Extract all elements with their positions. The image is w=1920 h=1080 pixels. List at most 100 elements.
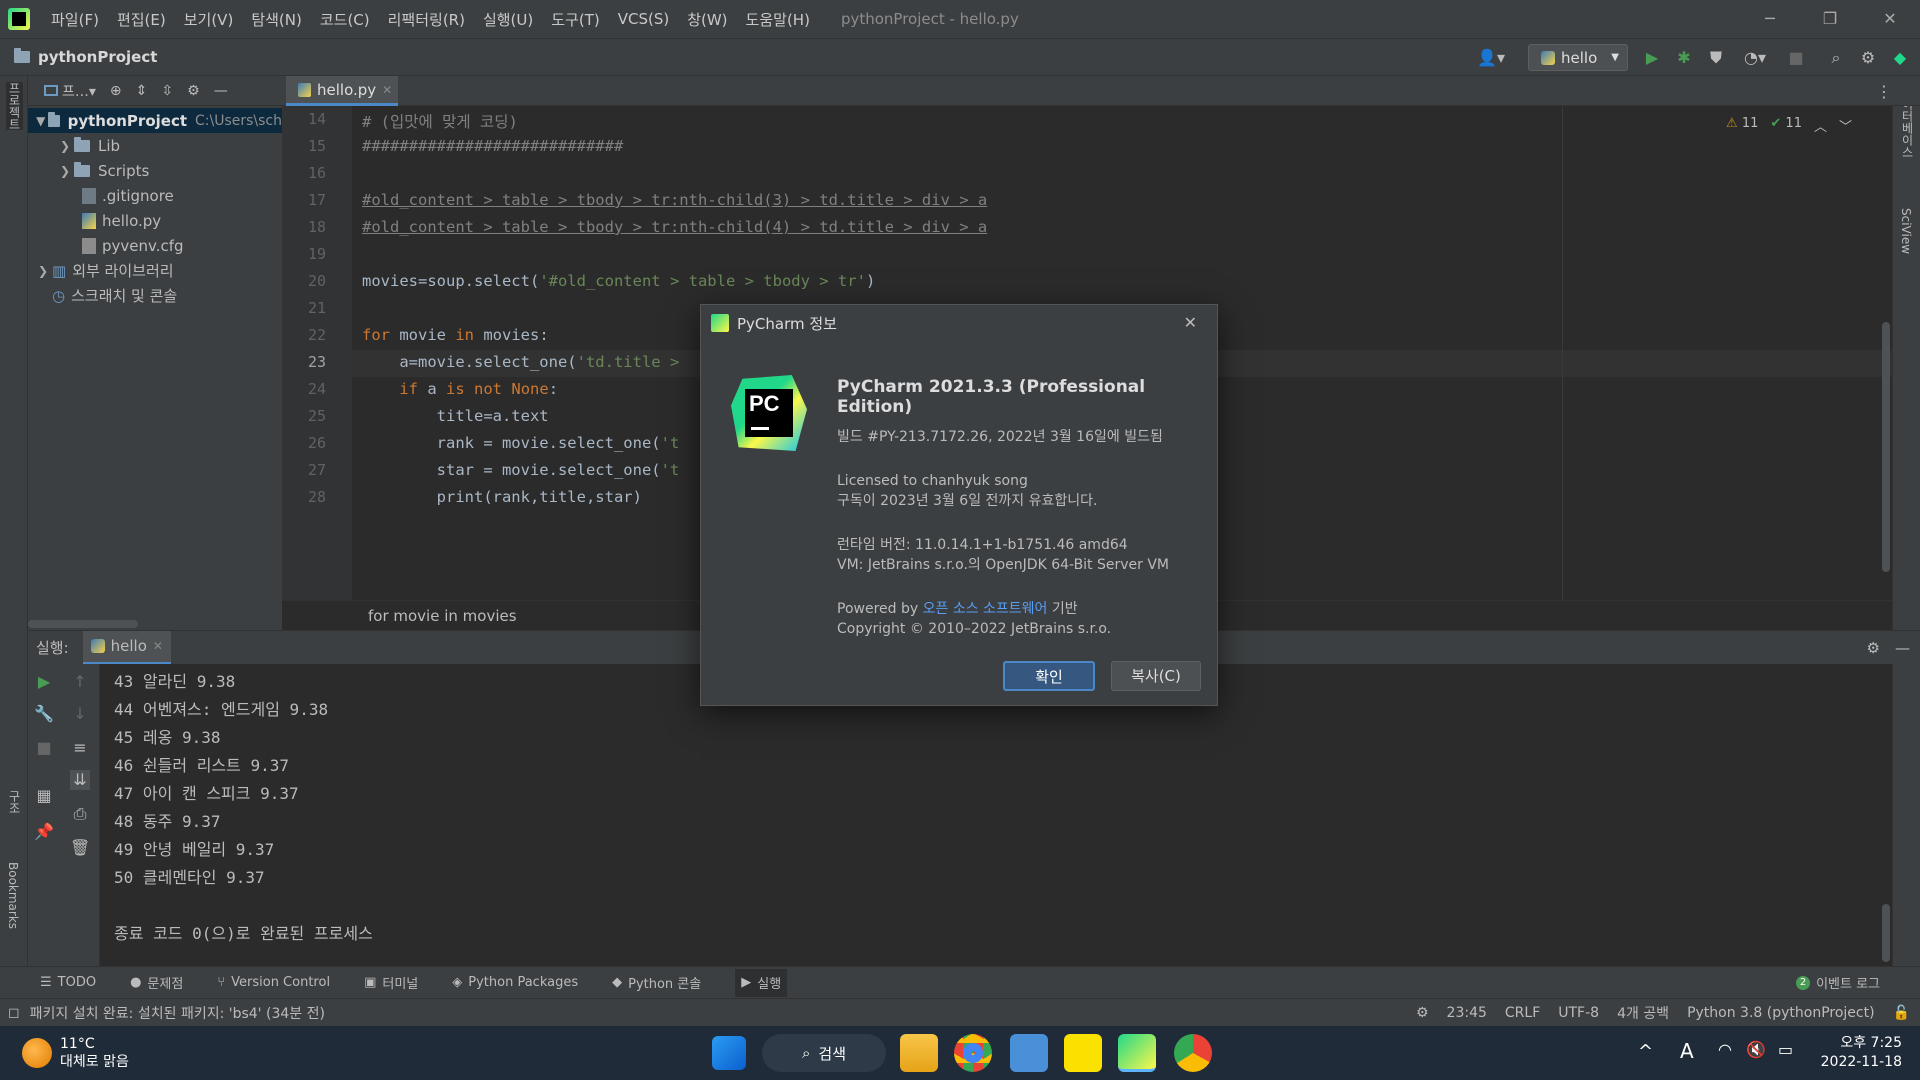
tree-item-lib[interactable]: ❯ Lib: [28, 133, 282, 158]
scroll-to-end-icon[interactable]: ⇊: [70, 770, 90, 790]
clock[interactable]: 오후 7:25 2022-11-18: [1821, 1034, 1902, 1072]
battery-icon[interactable]: ▭: [1778, 1040, 1793, 1059]
stop-icon[interactable]: ■: [34, 738, 54, 758]
sync-icon[interactable]: ⚙: [1416, 1005, 1429, 1021]
taskbar-search[interactable]: ⌕ 검색: [762, 1034, 886, 1072]
gear-icon[interactable]: ⚙: [1858, 48, 1878, 68]
app-g-icon[interactable]: [1010, 1034, 1048, 1072]
terminal-button[interactable]: ▣ 터미널: [364, 973, 418, 992]
jetbrains-icon[interactable]: ◆: [1890, 48, 1910, 68]
structure-tool-button[interactable]: 구조: [6, 790, 23, 814]
python-interpreter[interactable]: Python 3.8 (pythonProject): [1687, 1005, 1875, 1021]
windows-start-icon[interactable]: [712, 1036, 746, 1070]
expand-all-icon[interactable]: ⇕: [136, 83, 148, 99]
tree-item-gitignore[interactable]: .gitignore: [28, 183, 282, 208]
close-tab-icon[interactable]: ✕: [153, 639, 163, 653]
menu-view[interactable]: 보기(V): [184, 9, 234, 30]
panel-toggle-icon[interactable]: ◻: [8, 1005, 20, 1021]
file-encoding[interactable]: UTF-8: [1558, 1005, 1599, 1021]
chrome-icon[interactable]: [954, 1034, 992, 1072]
wifi-icon[interactable]: ◠: [1718, 1040, 1732, 1059]
gear-icon[interactable]: ⚙: [187, 83, 200, 99]
menu-navigate[interactable]: 탐색(N): [251, 9, 302, 30]
menu-edit[interactable]: 편집(E): [117, 9, 166, 30]
chevron-up-icon[interactable]: ︿: [1814, 116, 1827, 135]
status-message[interactable]: 패키지 설치 완료: 설치된 패키지: 'bs4' (34분 전): [30, 1003, 325, 1023]
more-icon[interactable]: ⋮: [1876, 82, 1892, 101]
project-view-dropdown[interactable]: 프…▾: [44, 81, 96, 101]
project-tool-button[interactable]: 프로젝트: [6, 82, 23, 130]
caret-position[interactable]: 23:45: [1447, 1005, 1487, 1021]
gear-icon[interactable]: ⚙: [1867, 639, 1880, 657]
wrench-icon[interactable]: 🔧: [34, 704, 54, 724]
chrome-icon[interactable]: [1174, 1034, 1212, 1072]
python-packages-button[interactable]: ◈ Python Packages: [452, 975, 578, 990]
menu-tools[interactable]: 도구(T): [551, 9, 599, 30]
tree-item-scripts[interactable]: ❯ Scripts: [28, 158, 282, 183]
collapse-all-icon[interactable]: ⇳: [161, 83, 173, 99]
rerun-icon[interactable]: ▶: [34, 672, 54, 692]
file-explorer-icon[interactable]: [900, 1034, 938, 1072]
ime-indicator[interactable]: A: [1680, 1039, 1694, 1063]
pin-icon[interactable]: 📌: [34, 822, 54, 842]
run-tool-button[interactable]: ▶ 실행: [735, 968, 788, 997]
menu-code[interactable]: 코드(C): [320, 9, 370, 30]
layout-icon[interactable]: ▦: [34, 786, 54, 806]
minimize-icon[interactable]: ─: [1740, 0, 1800, 38]
open-source-link[interactable]: 오픈 소스 소프트웨어: [923, 601, 1048, 617]
chevron-down-icon[interactable]: ﹀: [1839, 116, 1852, 135]
ok-button[interactable]: 확인: [1003, 661, 1095, 691]
hide-icon[interactable]: —: [214, 83, 228, 99]
run-config-selector[interactable]: hello ▼: [1528, 44, 1628, 71]
line-separator[interactable]: CRLF: [1505, 1005, 1540, 1021]
bookmarks-tool-button[interactable]: Bookmarks: [6, 862, 20, 929]
menu-file[interactable]: 파일(F): [51, 9, 99, 30]
editor-scrollbar[interactable]: [1882, 322, 1890, 572]
weather-widget[interactable]: 11°C 대체로 맑음: [22, 1035, 129, 1071]
search-icon[interactable]: ⌕: [1826, 48, 1846, 68]
tree-item-hello-py[interactable]: hello.py: [28, 208, 282, 233]
copy-button[interactable]: 복사(C): [1111, 661, 1201, 691]
inspection-widget[interactable]: ⚠ 11 ✔ 11 ︿ ﹀: [1726, 116, 1852, 135]
soft-wrap-icon[interactable]: ≡: [70, 738, 90, 758]
problems-button[interactable]: ● 문제점: [130, 973, 183, 992]
arrow-up-icon[interactable]: ↑: [70, 672, 90, 692]
lock-icon[interactable]: 🔓: [1893, 1005, 1910, 1021]
close-icon[interactable]: ✕: [1184, 313, 1197, 332]
menu-run[interactable]: 실행(U): [483, 9, 533, 30]
tree-item-scratches[interactable]: ◷ 스크래치 및 콘솔: [28, 283, 282, 308]
todo-button[interactable]: ☰ TODO: [40, 975, 96, 990]
tab-hello-py[interactable]: hello.py ✕: [286, 76, 398, 106]
locate-icon[interactable]: ⊕: [110, 83, 122, 99]
arrow-down-icon[interactable]: ↓: [70, 704, 90, 724]
version-control-button[interactable]: ⑂ Version Control: [217, 975, 330, 990]
run-icon[interactable]: ▶: [1642, 48, 1662, 68]
python-console-button[interactable]: ◆ Python 콘솔: [612, 973, 701, 992]
indent-setting[interactable]: 4개 공백: [1617, 1003, 1669, 1023]
project-breadcrumb[interactable]: pythonProject: [14, 48, 157, 66]
sciview-tool-button[interactable]: SciView: [1899, 208, 1913, 254]
speaker-muted-icon[interactable]: 🔇: [1746, 1040, 1766, 1059]
trash-icon[interactable]: 🗑: [70, 838, 90, 858]
console-scrollbar[interactable]: [1882, 904, 1890, 962]
coverage-icon[interactable]: ⛊: [1706, 48, 1726, 68]
console-output[interactable]: 43 알라딘 9.38 44 어벤져스: 엔드게임 9.38 45 레옹 9.3…: [100, 664, 1892, 966]
print-icon[interactable]: ⎙: [70, 804, 90, 824]
pycharm-taskbar-icon[interactable]: [1118, 1034, 1156, 1072]
menu-window[interactable]: 창(W): [687, 9, 727, 30]
restore-icon[interactable]: ❐: [1800, 0, 1860, 38]
profile-icon[interactable]: ◔▾: [1738, 48, 1772, 68]
tree-item-external-libs[interactable]: ❯ ▥ 외부 라이브러리: [28, 258, 282, 283]
menu-help[interactable]: 도움말(H): [746, 9, 810, 30]
run-tab-hello[interactable]: hello ✕: [82, 630, 171, 665]
tree-root[interactable]: ▼ pythonProject C:\Users\sch: [28, 108, 282, 133]
menu-vcs[interactable]: VCS(S): [618, 10, 669, 28]
close-window-icon[interactable]: ✕: [1860, 0, 1920, 38]
menu-refactor[interactable]: 리팩터링(R): [388, 9, 465, 30]
chevron-up-icon[interactable]: ^: [1638, 1041, 1653, 1062]
close-tab-icon[interactable]: ✕: [382, 83, 392, 97]
kakaotalk-icon[interactable]: [1064, 1034, 1102, 1072]
tree-item-pyvenv[interactable]: pyvenv.cfg: [28, 233, 282, 258]
stop-icon[interactable]: ■: [1786, 48, 1806, 68]
hide-icon[interactable]: —: [1895, 639, 1910, 657]
